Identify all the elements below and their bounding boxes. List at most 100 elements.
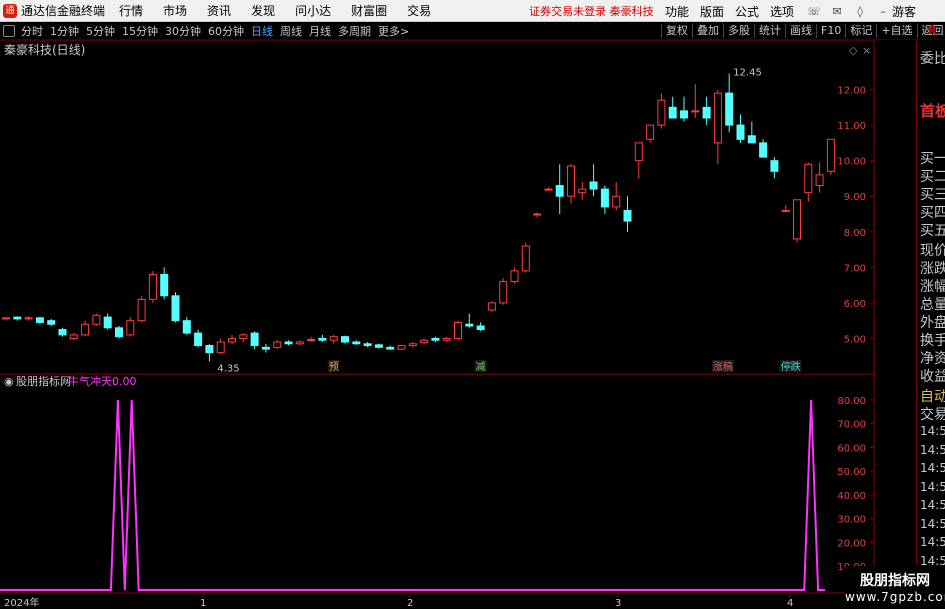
f10-button[interactable]: F10 (816, 24, 845, 38)
candle-body (182, 320, 191, 334)
candle-body (13, 316, 22, 320)
candle-body (567, 165, 575, 197)
menu-wealth[interactable]: 财富圈 (351, 2, 387, 19)
period-monthly[interactable]: 月线 (309, 23, 331, 39)
candle-body (634, 142, 643, 162)
period-intraday[interactable]: 分时 (21, 23, 43, 39)
indicator-settings-icon[interactable]: ◉ (4, 375, 14, 388)
menu-layout[interactable]: 版面 (700, 3, 724, 20)
candle-body (646, 124, 655, 140)
candle-body (725, 92, 734, 126)
period-daily[interactable]: 日线 (251, 23, 273, 39)
adjust-button[interactable]: 复权 (661, 24, 692, 38)
candle (341, 335, 349, 344)
candle-body (239, 334, 248, 339)
support-icon[interactable]: ☏ (805, 5, 823, 18)
candle (680, 96, 688, 122)
indicator-series-line (0, 399, 825, 591)
candle (307, 336, 316, 342)
period-5min[interactable]: 5分钟 (86, 23, 115, 39)
watermark-url: www.7gpzb.com (845, 590, 945, 604)
candle (2, 317, 10, 321)
candle-body (341, 336, 349, 343)
period-more[interactable]: 更多> (378, 23, 409, 39)
period-multi[interactable]: 多周期 (338, 23, 371, 39)
candle (702, 96, 711, 126)
candle-body (431, 337, 440, 341)
kline-chart[interactable]: 秦豪科技(日线) ◇ × 5.006.007.008.009.0010.0011… (0, 40, 875, 609)
candle-body (476, 325, 485, 331)
quote-field-label: 收益 (920, 369, 945, 385)
guest-user[interactable]: 游客 (892, 3, 916, 20)
toggle-panel-button[interactable] (3, 24, 15, 37)
price-tick-label: 5.00 (844, 334, 866, 345)
diamond-icon[interactable]: ◇ (849, 44, 858, 57)
indicator-line-value: 0.00 (112, 375, 137, 388)
candle-body (510, 270, 519, 283)
candle (318, 334, 327, 342)
month-label: 1 (200, 598, 206, 609)
indicator-tick-label: 80.00 (837, 396, 866, 407)
candle-body (623, 209, 632, 222)
shield-icon[interactable]: ◊ (851, 5, 869, 18)
candle (555, 164, 564, 214)
add-watchlist-button[interactable]: +自选 (876, 24, 916, 38)
stats-button[interactable]: 统计 (754, 24, 785, 38)
year-label: 2024年 (4, 596, 39, 609)
month-label: 4 (787, 598, 793, 609)
period-60min[interactable]: 60分钟 (208, 23, 244, 39)
candle (273, 340, 282, 350)
candle-body (295, 341, 304, 345)
candle (815, 162, 824, 193)
candle (47, 318, 56, 326)
price-tick-label: 8.00 (844, 228, 866, 239)
period-weekly[interactable]: 周线 (280, 23, 302, 39)
candle (600, 185, 609, 214)
menu-formula[interactable]: 公式 (735, 3, 759, 20)
indicator-title-group: ◉ 股朋指标网 牛气冲天: 0.00 (4, 374, 137, 388)
event-tag[interactable]: 预 (329, 361, 339, 373)
quote-field-label: 涨跌 (920, 261, 945, 277)
quote-field-label: 买一 (920, 151, 945, 167)
menu-news[interactable]: 资讯 (207, 2, 231, 19)
menu-quotes[interactable]: 行情 (119, 2, 143, 19)
draw-line-button[interactable]: 画线 (785, 24, 816, 38)
event-tag[interactable]: 减 (476, 361, 486, 373)
period-30min[interactable]: 30分钟 (165, 23, 201, 39)
login-status: 证券交易未登录 秦豪科技 (529, 4, 654, 18)
message-icon[interactable]: ✉ (828, 5, 846, 18)
menu-discover[interactable]: 发现 (251, 2, 275, 19)
price-tick-label: 10.00 (837, 157, 866, 168)
trade-time: 14:56 (920, 442, 945, 457)
close-chart-icon[interactable]: × (862, 44, 871, 57)
candle-body (454, 321, 462, 339)
menu-market[interactable]: 市场 (163, 2, 187, 19)
period-15min[interactable]: 15分钟 (122, 23, 158, 39)
period-1min[interactable]: 1分钟 (50, 23, 79, 39)
candle-body (555, 185, 564, 197)
candle-body (680, 110, 688, 119)
month-label: 3 (615, 598, 621, 609)
menu-trade[interactable]: 交易 (407, 2, 431, 19)
candle-body (612, 195, 621, 208)
multi-stock-button[interactable]: 多股 (723, 24, 754, 38)
menu-ask[interactable]: 问小达 (295, 2, 331, 19)
candle-body (397, 345, 406, 350)
candle-body (521, 245, 530, 272)
candle-body (793, 199, 801, 240)
price-tick-label: 9.00 (844, 192, 866, 203)
event-tag[interactable]: 停跌 (781, 360, 801, 373)
menu-options[interactable]: 选项 (770, 3, 794, 20)
overlay-button[interactable]: 叠加 (692, 24, 723, 38)
menu-function[interactable]: 功能 (665, 3, 689, 20)
mark-button[interactable]: 标记 (845, 24, 876, 38)
candle-body (273, 341, 282, 348)
candle (352, 340, 361, 345)
indicator-tick-label: 70.00 (837, 420, 866, 431)
candle-body (69, 334, 78, 339)
event-tag[interactable]: 涨稿 (713, 360, 733, 373)
minimize-icon[interactable]: – (874, 5, 892, 18)
trade-time: 14:56 (920, 498, 945, 512)
candle (92, 313, 101, 326)
candle (826, 138, 835, 175)
